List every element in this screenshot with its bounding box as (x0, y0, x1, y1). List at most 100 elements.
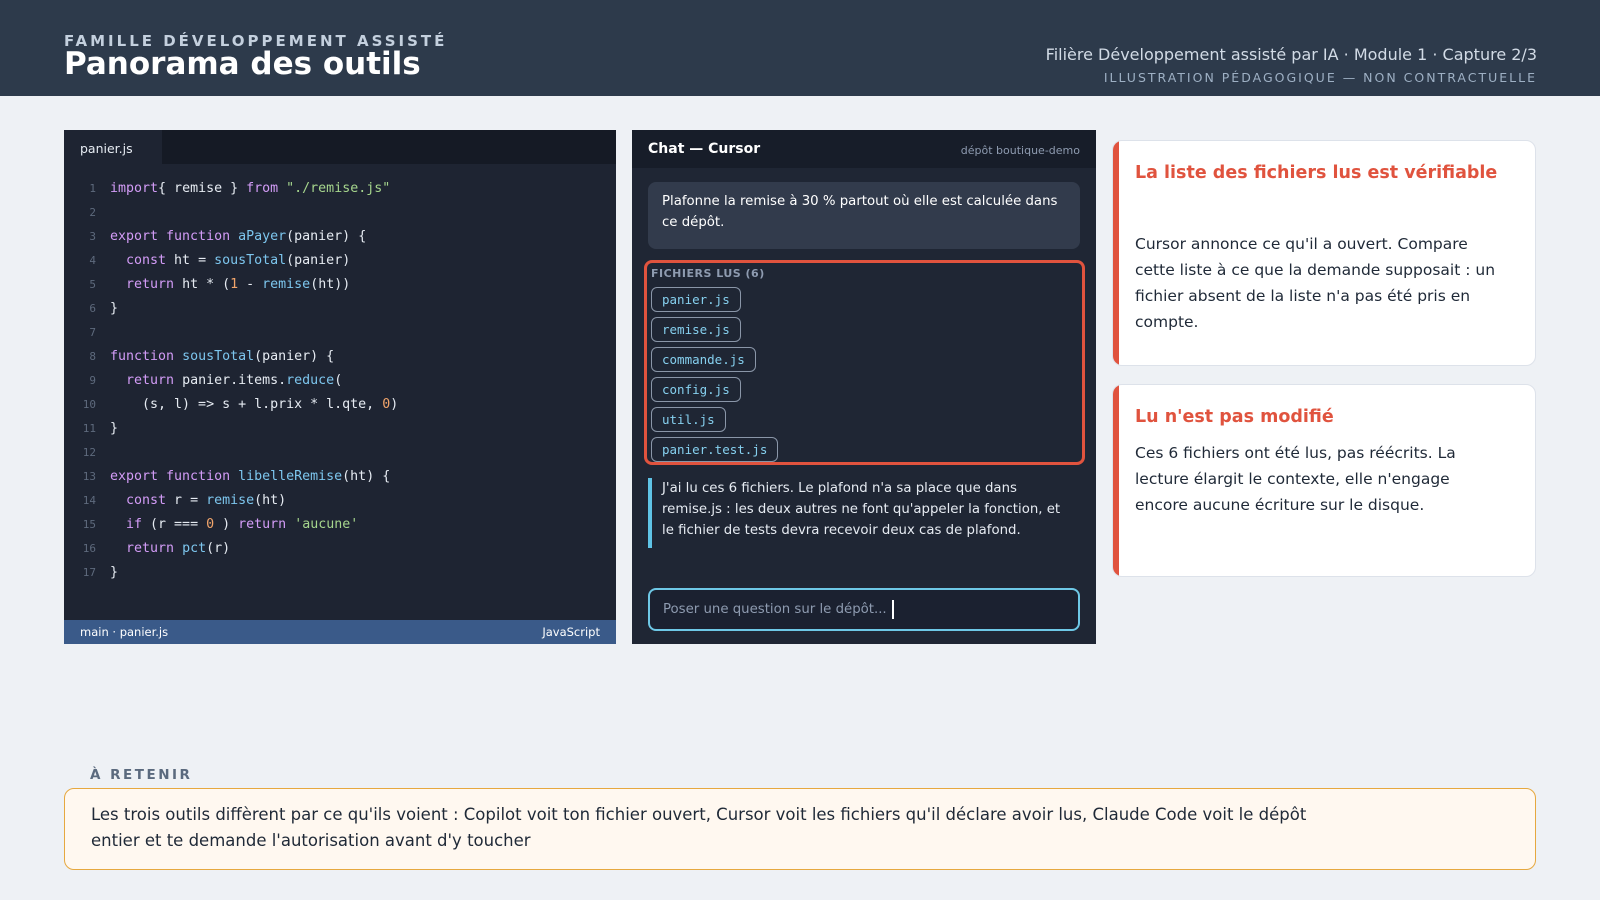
code-line: 7 (64, 321, 616, 345)
line-number: 17 (82, 566, 96, 579)
line-code: function sousTotal(panier) { (110, 345, 334, 369)
code-token: - (238, 277, 263, 292)
code-token: return (126, 541, 175, 556)
status-language[interactable]: JavaScript (542, 625, 600, 639)
line-number: 12 (82, 446, 96, 459)
editor-status-bar: main · panier.js JavaScript (64, 620, 616, 644)
code-line: 4 const ht = sousTotal(panier) (64, 249, 616, 273)
code-token: reduce (286, 373, 335, 388)
line-code: return panier.items.reduce( (110, 369, 342, 393)
code-token: aPayer (238, 229, 287, 244)
file-chip[interactable]: commande.js (651, 347, 756, 372)
code-token: sousTotal (214, 253, 287, 268)
code-line: 5 return ht * (1 - remise(ht)) (64, 273, 616, 297)
takeaway-label: À RETENIR (90, 767, 193, 783)
code-token: return (126, 277, 175, 292)
file-chip[interactable]: panier.test.js (651, 437, 779, 462)
code-area[interactable]: 1 import{ remise } from "./remise.js" 2 3 ex… (64, 177, 616, 585)
code-token: const (126, 493, 167, 508)
code-token: ) (214, 517, 239, 532)
code-token: from (246, 181, 279, 196)
code-token: const (126, 253, 167, 268)
line-code: return pct(r) (110, 537, 230, 561)
code-token: (s, l) => s + l.prix * l.qte, (110, 397, 383, 412)
code-token: r = (166, 493, 207, 508)
module-breadcrumb: Filière Développement assisté par IA · M… (1045, 45, 1537, 64)
takeaway-text: Les trois outils diffèrent par ce qu'ils… (91, 805, 1307, 850)
page-title: Panorama des outils (64, 46, 421, 82)
file-chip[interactable]: config.js (651, 377, 741, 402)
card-accent-bar (1113, 385, 1119, 576)
code-line: 3 export function aPayer(panier) { (64, 225, 616, 249)
insight-card-files-list: La liste des fichiers lus est vérifiable… (1112, 140, 1536, 366)
line-code: if (r === 0 ) return 'aucune' (110, 513, 358, 537)
line-number: 8 (89, 350, 96, 363)
code-line: 11} (64, 417, 616, 441)
code-line: 2 (64, 201, 616, 225)
line-number: 13 (82, 470, 96, 483)
code-editor: panier.js 1 import{ remise } from "./remi… (64, 130, 616, 644)
editor-tab-bar: panier.js (64, 130, 616, 164)
line-code: } (110, 297, 118, 321)
file-chip[interactable]: util.js (651, 407, 726, 432)
code-token: export function (110, 469, 239, 484)
card-body: Ces 6 fichiers ont été lus, pas réécrits… (1135, 444, 1456, 514)
editor-tab-panier[interactable]: panier.js (64, 130, 162, 164)
code-line: 10 (s, l) => s + l.prix * l.qte, 0) (64, 393, 616, 417)
code-token: sousTotal (182, 349, 255, 364)
code-token: return (126, 373, 175, 388)
line-code: } (110, 561, 118, 585)
code-line: 1 import{ remise } from "./remise.js" (64, 177, 616, 201)
code-line: 15 if (r === 0 ) return 'aucune' (64, 513, 616, 537)
code-token: export function (110, 229, 239, 244)
code-token: remise (262, 277, 311, 292)
chat-repo-label: dépôt boutique-demo (960, 144, 1080, 157)
chat-input[interactable]: Poser une question sur le dépôt... (648, 588, 1080, 631)
code-token: 0 (382, 397, 391, 412)
line-number: 11 (82, 422, 96, 435)
code-token: (r) (206, 541, 231, 556)
code-token: (panier) { (286, 229, 367, 244)
line-code: } (110, 417, 118, 441)
file-chip[interactable]: panier.js (651, 287, 741, 312)
code-token: 'aucune' (294, 517, 359, 532)
chat-header: Chat — Cursor dépôt boutique-demo (632, 130, 1096, 168)
code-token: ht = (166, 253, 215, 268)
card-accent-bar (1113, 141, 1119, 365)
code-line: 14 const r = remise(ht) (64, 489, 616, 513)
code-token: (panier) { (254, 349, 335, 364)
line-number: 9 (89, 374, 96, 387)
line-number: 4 (89, 254, 96, 267)
code-token: } (110, 421, 119, 436)
line-number: 5 (89, 278, 96, 291)
files-read-label: FICHIERS LUS (6) (651, 267, 765, 280)
line-number: 16 (82, 542, 96, 555)
code-token: { remise } (158, 181, 247, 196)
line-number: 15 (82, 518, 96, 531)
code-token: ht * ( (174, 277, 231, 292)
line-code: export function libelleRemise(ht) { (110, 465, 390, 489)
code-token: return (238, 517, 287, 532)
code-line: 9 return panier.items.reduce( (64, 369, 616, 393)
status-branch-file[interactable]: main · panier.js (80, 625, 168, 639)
user-message: Plafonne la remise à 30 % partout où ell… (648, 182, 1080, 249)
line-code: export function aPayer(panier) { (110, 225, 366, 249)
line-number: 14 (82, 494, 96, 507)
code-token: ) (390, 397, 399, 412)
line-code: (s, l) => s + l.prix * l.qte, 0) (110, 393, 398, 417)
code-line: 17} (64, 561, 616, 585)
card-body: Cursor annonce ce qu'il a ouvert. Compar… (1135, 235, 1496, 331)
line-number: 3 (89, 230, 96, 243)
chat-panel: Chat — Cursor dépôt boutique-demo Plafon… (632, 130, 1096, 644)
code-line: 12 (64, 441, 616, 465)
code-token: pct (182, 541, 207, 556)
file-chip[interactable]: remise.js (651, 317, 741, 342)
files-read-box: FICHIERS LUS (6) panier.js remise.js com… (644, 260, 1085, 465)
code-token: } (110, 565, 119, 580)
